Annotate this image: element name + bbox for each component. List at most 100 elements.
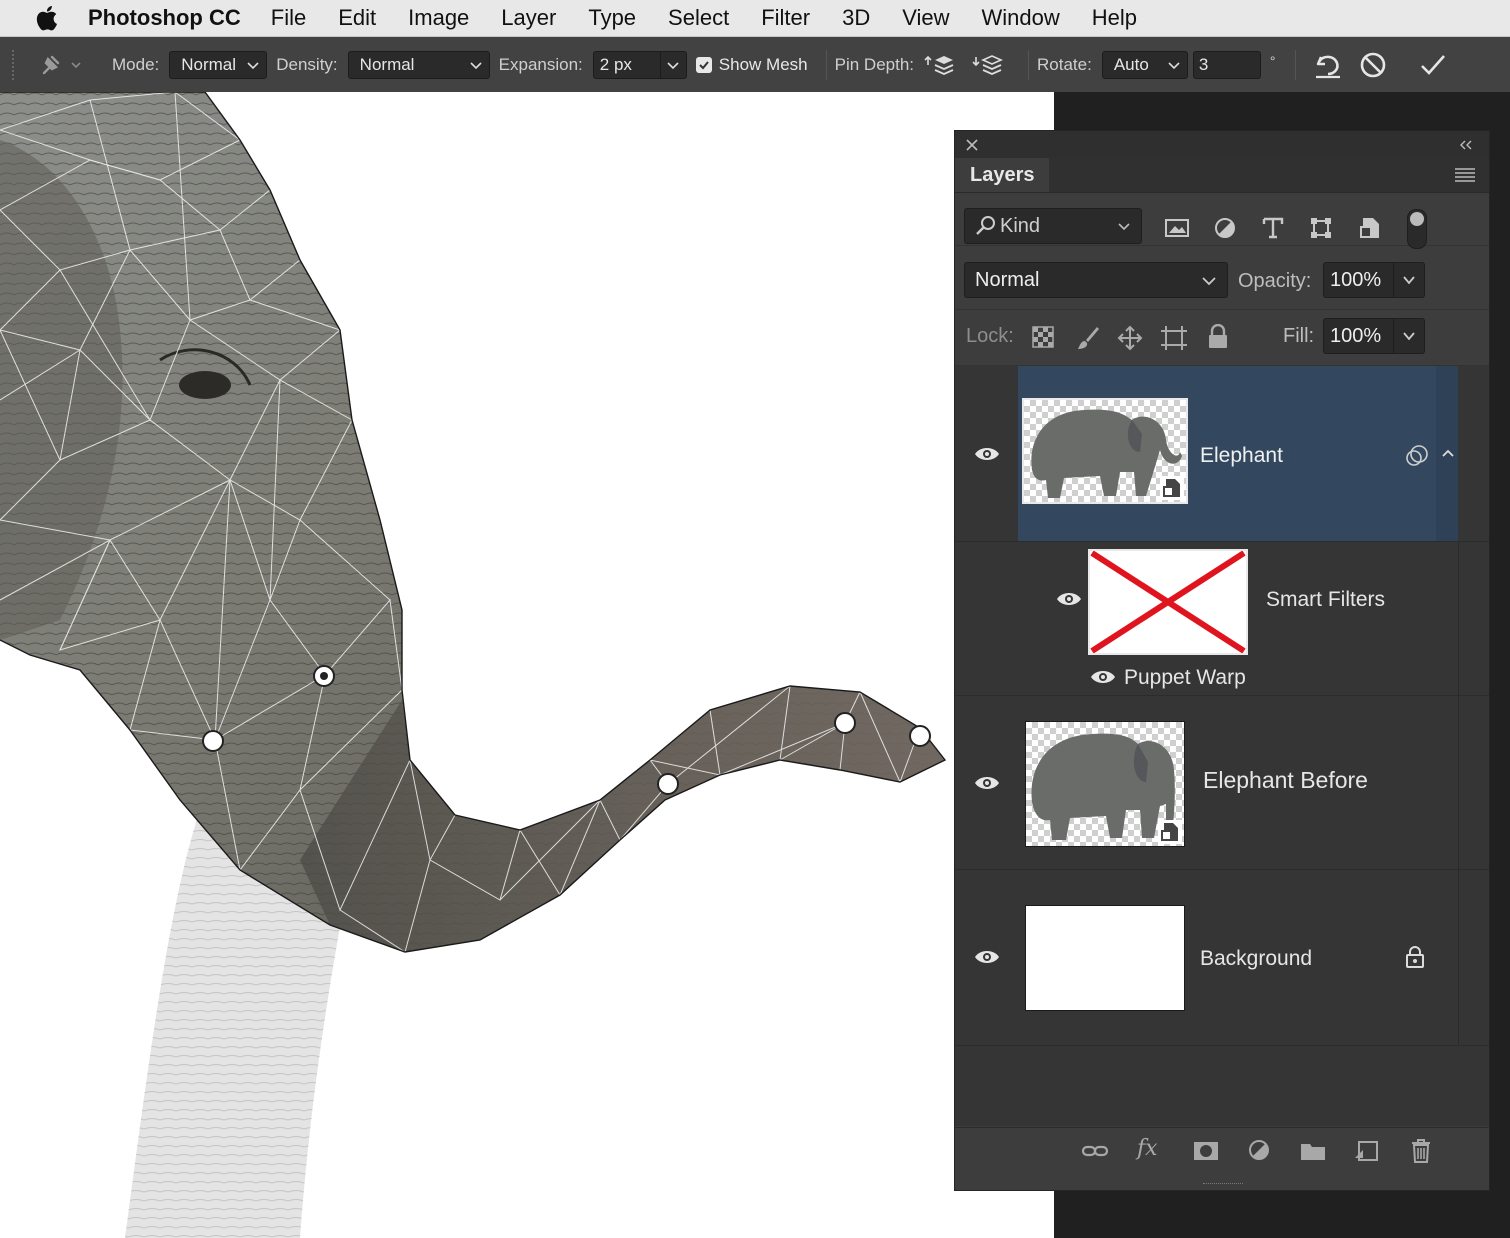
opacity-field[interactable]: 100% [1323,262,1425,298]
layer-name-smart-filters[interactable]: Smart Filters [1266,588,1385,612]
filter-name-puppet-warp[interactable]: Puppet Warp [1124,666,1246,690]
fill-field[interactable]: 100% [1323,318,1425,354]
smart-object-badge-icon [1160,476,1184,500]
rotate-angle-field[interactable]: 3 [1192,50,1261,79]
cancel-transform-icon[interactable] [1358,50,1388,80]
lock-image-pixels-icon[interactable] [1075,325,1101,351]
shape-layer-filter-icon[interactable] [1309,216,1333,240]
fill-value: 100% [1330,324,1382,347]
close-icon[interactable] [966,139,978,151]
chevron-down-icon [1403,276,1415,285]
layer-thumbnail-background [1025,905,1185,1011]
lock-position-icon[interactable] [1117,325,1143,351]
visibility-eye-icon[interactable] [1056,591,1082,607]
chevron-down-icon [247,61,259,69]
filter-toggle-knob [1410,212,1424,226]
panel-tab-bar: Layers [955,158,1489,193]
new-group-folder-icon[interactable] [1299,1138,1327,1164]
blend-mode-dropdown[interactable]: Normal [964,262,1228,298]
rotate-dropdown[interactable]: Auto [1101,50,1188,79]
panel-menu-icon[interactable] [1455,168,1475,182]
expansion-field[interactable]: 2 px [592,50,687,79]
menu-type[interactable]: Type [588,5,636,31]
layer-name-background[interactable]: Background [1200,947,1312,971]
visibility-eye-icon[interactable] [974,775,1000,791]
cancel-all-pins-icon[interactable] [1312,50,1344,80]
lock-transparent-pixels-icon[interactable] [1032,326,1054,348]
layer-lock-icon[interactable] [1404,945,1426,969]
panel-header [955,131,1489,158]
puppet-pin-tool-icon[interactable] [38,53,84,77]
menu-filter[interactable]: Filter [761,5,810,31]
chevron-down-icon [1403,332,1415,341]
document-canvas[interactable] [0,92,1054,1238]
density-dropdown[interactable]: Normal [347,50,490,79]
tab-layers[interactable]: Layers [955,158,1049,192]
menu-window[interactable]: Window [982,5,1060,31]
adjustment-layer-filter-icon[interactable] [1213,216,1237,240]
menu-edit[interactable]: Edit [338,5,376,31]
layer-name-elephant-before[interactable]: Elephant Before [1203,767,1368,794]
layers-panel: Layers Kind Normal Opacity: 100% Lock: F… [954,130,1490,1191]
blend-row: Normal Opacity: 100% [955,247,1489,310]
layer-style-fx-icon[interactable]: fx [1137,1136,1165,1162]
pin-depth-backward-icon[interactable] [972,51,1006,79]
menu-help[interactable]: Help [1092,5,1137,31]
apple-menu-icon[interactable] [34,4,62,32]
panel-resize-grip[interactable] [1203,1183,1243,1188]
collapse-panel-icon[interactable] [1459,140,1473,150]
type-layer-filter-icon[interactable] [1261,216,1285,240]
warp-pin[interactable] [909,725,931,747]
pin-depth-label: Pin Depth: [834,54,915,74]
menu-layer[interactable]: Layer [501,5,556,31]
menu-3d[interactable]: 3D [842,5,870,31]
commit-transform-icon[interactable] [1418,50,1448,80]
layer-row-elephant[interactable]: Elephant [955,366,1489,542]
visibility-eye-icon[interactable] [1090,669,1116,685]
smart-object-filter-icon[interactable] [1359,216,1381,240]
show-mesh-checkbox[interactable] [695,56,712,73]
menu-image[interactable]: Image [408,5,469,31]
smart-filters-mask-thumbnail [1088,549,1248,655]
link-layers-icon[interactable] [1081,1138,1109,1164]
warp-pin[interactable] [834,712,856,734]
filter-row: Kind [955,193,1489,249]
new-layer-icon[interactable] [1353,1138,1381,1164]
checkmark-icon [699,60,709,69]
filter-kind-dropdown[interactable]: Kind [964,208,1142,244]
menu-file[interactable]: File [271,5,306,31]
separator [1028,49,1030,80]
degree-symbol: ° [1269,52,1276,69]
visibility-eye-icon[interactable] [974,949,1000,965]
lock-row: Lock: Fill: 100% [955,309,1489,366]
mode-value: Normal [181,54,237,74]
delete-layer-trash-icon[interactable] [1407,1138,1435,1164]
tool-options-bar: Mode: Normal Density: Normal Expansion: … [0,37,1510,92]
pin-depth-forward-icon[interactable] [924,51,958,79]
add-layer-mask-icon[interactable] [1192,1138,1220,1164]
smart-filter-badge-icon [1406,445,1428,466]
layer-row-elephant-before[interactable]: Elephant Before [955,695,1489,870]
filter-toggle-switch[interactable] [1407,209,1427,249]
rotate-value: Auto [1113,54,1149,74]
lock-artboard-icon[interactable] [1160,325,1188,351]
layer-row-background[interactable]: Background [955,869,1489,1046]
pixel-layer-filter-icon[interactable] [1164,217,1190,239]
visibility-eye-icon[interactable] [974,446,1000,462]
menu-select[interactable]: Select [668,5,729,31]
chevron-down-icon [1168,61,1180,69]
layer-row-smart-filters[interactable]: Smart Filters Puppet Warp [955,541,1489,696]
new-adjustment-layer-icon[interactable] [1245,1138,1273,1164]
options-bar-grip[interactable] [12,49,18,80]
layer-name-elephant[interactable]: Elephant [1200,444,1283,468]
warp-pin[interactable] [202,730,224,752]
lock-all-icon[interactable] [1207,324,1229,350]
mode-dropdown[interactable]: Normal [169,50,268,79]
collapse-filters-icon[interactable] [1441,448,1455,458]
app-name-menu[interactable]: Photoshop CC [88,5,241,31]
menu-view[interactable]: View [902,5,949,31]
warp-pin[interactable] [657,773,679,795]
menu-bar: Photoshop CC File Edit Image Layer Type … [0,0,1510,37]
separator [1295,49,1297,80]
filter-kind-label: Kind [1000,214,1041,237]
